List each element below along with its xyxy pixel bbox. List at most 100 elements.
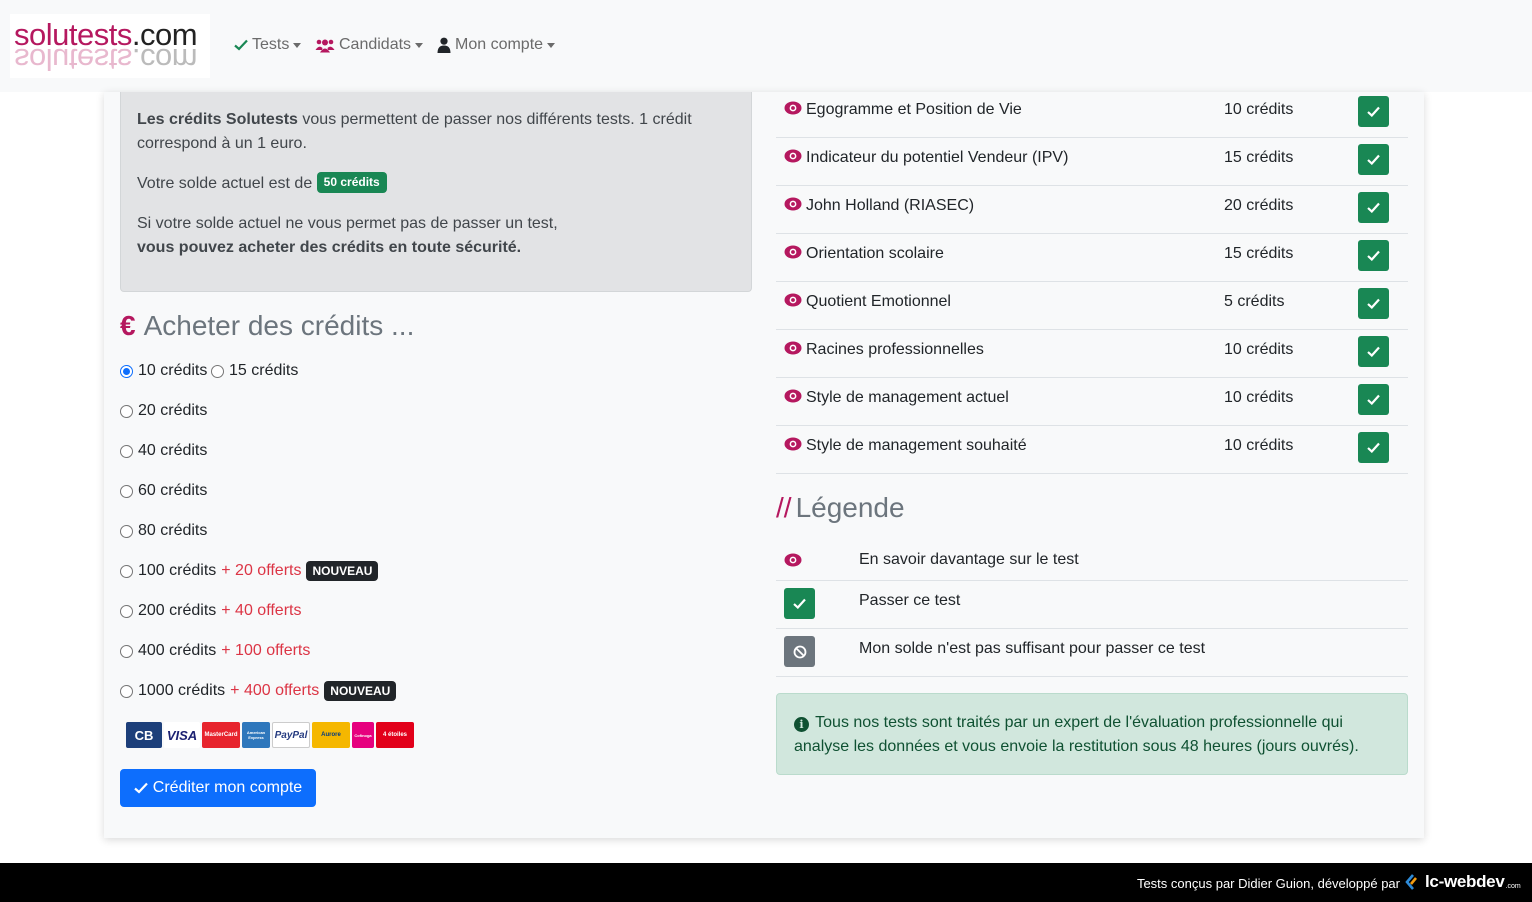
visa-logo: VISA xyxy=(164,722,200,748)
legend-row: En savoir davantage sur le test xyxy=(776,540,1408,581)
legend-row: Passer ce test xyxy=(776,581,1408,629)
test-name: Style de management actuel xyxy=(806,389,1009,406)
check-icon xyxy=(1367,154,1380,165)
take-test-button[interactable] xyxy=(1358,240,1389,271)
lc-webdev-link[interactable]: lc-webdev .com xyxy=(1404,872,1521,892)
legend-row: Mon solde n'est pas suffisant pour passe… xyxy=(776,629,1408,677)
radio-button[interactable] xyxy=(120,564,133,578)
test-cost: 10 crédits xyxy=(1224,341,1294,358)
eye-icon[interactable] xyxy=(784,293,802,312)
eye-icon xyxy=(784,553,802,572)
test-cost: 15 crédits xyxy=(1224,245,1294,262)
test-row: Indicateur du potentiel Vendeur (IPV) 15… xyxy=(776,138,1408,186)
mastercard-logo: MasterCard xyxy=(202,722,240,748)
test-name: Egogramme et Position de Vie xyxy=(806,101,1022,118)
eye-icon[interactable] xyxy=(784,437,802,456)
paypal-logo: PayPal xyxy=(272,722,310,748)
cofinoga-logo: Cofinoga xyxy=(352,722,374,748)
info-line-5: vous pouvez acheter des crédits en toute… xyxy=(137,239,522,256)
credit-option-60[interactable]: 60 crédits xyxy=(120,481,207,501)
payment-logos: CB VISA MasterCard American Express PayP… xyxy=(126,722,414,748)
alert-line-2: analyse les données et vous envoie la re… xyxy=(794,738,1359,755)
radio-button[interactable] xyxy=(120,604,133,618)
test-row: Style de management actuel 10 crédits xyxy=(776,378,1408,426)
navbar: solutests.com solutests.com Tests Candid… xyxy=(0,0,1532,92)
credit-option-10[interactable]: 10 crédits xyxy=(120,361,207,381)
test-name: John Holland (RIASEC) xyxy=(806,197,975,214)
test-cost: 10 crédits xyxy=(1224,101,1294,118)
credit-option-20[interactable]: 20 crédits xyxy=(120,401,207,421)
test-row: Racines professionnelles 10 crédits xyxy=(776,330,1408,378)
legend-text: En savoir davantage sur le test xyxy=(859,551,1079,568)
radio-button[interactable] xyxy=(211,364,224,378)
amex-logo: American Express xyxy=(242,722,270,748)
aurore-logo: Aurore xyxy=(312,722,350,748)
alert-line-1: i Tous nos tests sont traités par un exp… xyxy=(794,711,1391,735)
eye-icon[interactable] xyxy=(784,149,802,168)
new-badge: NOUVEAU xyxy=(324,681,397,701)
nav-account-label: Mon compte xyxy=(455,36,544,53)
take-test-button[interactable] xyxy=(1358,96,1389,127)
credit-account-button[interactable]: Créditer mon compte xyxy=(120,769,316,807)
ban-icon xyxy=(784,636,815,667)
balance-line: Votre solde actuel est de 50 crédits xyxy=(137,172,387,196)
nav-account-dropdown[interactable]: Mon compte xyxy=(437,36,556,54)
test-name: Indicateur du potentiel Vendeur (IPV) xyxy=(806,149,1069,166)
test-cost: 20 crédits xyxy=(1224,197,1294,214)
balance-badge: 50 crédits xyxy=(316,172,387,194)
new-badge: NOUVEAU xyxy=(306,561,379,581)
radio-button[interactable] xyxy=(120,684,133,698)
test-name: Orientation scolaire xyxy=(806,245,944,262)
check-icon xyxy=(1367,394,1380,405)
credit-option-40[interactable]: 40 crédits xyxy=(120,441,207,461)
nav-tests-label: Tests xyxy=(252,36,290,53)
test-row: Orientation scolaire 15 crédits xyxy=(776,234,1408,282)
eye-icon[interactable] xyxy=(784,245,802,264)
check-icon xyxy=(1367,250,1380,261)
take-test-button[interactable] xyxy=(1358,432,1389,463)
nav-candidats-label: Candidats xyxy=(339,36,412,53)
info-line-2: correspond à un 1 euro. xyxy=(137,135,307,152)
nav-tests-dropdown[interactable]: Tests xyxy=(234,36,302,54)
credit-option-1000[interactable]: 1000 crédits + 400 offerts NOUVEAU xyxy=(120,681,397,701)
eye-icon[interactable] xyxy=(784,197,802,216)
take-test-button[interactable] xyxy=(1358,336,1389,367)
credit-option-15[interactable]: 15 crédits xyxy=(211,361,298,381)
radio-button[interactable] xyxy=(120,404,133,418)
caret-down-icon xyxy=(293,42,302,48)
legend-title: //Légende xyxy=(776,492,905,523)
radio-button[interactable] xyxy=(120,364,133,378)
take-test-button[interactable] xyxy=(1358,144,1389,175)
test-row: John Holland (RIASEC) 20 crédits xyxy=(776,186,1408,234)
check-icon xyxy=(1367,298,1380,309)
euro-icon: € xyxy=(120,310,136,341)
eye-icon[interactable] xyxy=(784,389,802,408)
eye-icon[interactable] xyxy=(784,341,802,360)
test-name: Style de management souhaité xyxy=(806,437,1027,454)
radio-button[interactable] xyxy=(120,644,133,658)
credit-option-400[interactable]: 400 crédits + 100 offerts xyxy=(120,641,310,661)
radio-button[interactable] xyxy=(120,484,133,498)
take-test-button[interactable] xyxy=(1358,288,1389,319)
check-icon xyxy=(234,39,248,51)
take-test-button[interactable] xyxy=(1358,384,1389,415)
check-icon xyxy=(1367,346,1380,357)
credit-option-80[interactable]: 80 crédits xyxy=(120,521,207,541)
expert-info-alert: i Tous nos tests sont traités par un exp… xyxy=(776,693,1408,775)
nav-candidats-dropdown[interactable]: Candidats xyxy=(315,36,424,54)
test-row: Style de management souhaité 10 crédits xyxy=(776,426,1408,474)
radio-button[interactable] xyxy=(120,444,133,458)
info-line-4: Si votre solde actuel ne vous permet pas… xyxy=(137,215,558,232)
4-etoiles-logo: 4 étoiles xyxy=(376,722,414,748)
eye-icon[interactable] xyxy=(784,101,802,120)
check-icon xyxy=(1367,442,1380,453)
user-icon xyxy=(437,37,451,53)
legend-text: Mon solde n'est pas suffisant pour passe… xyxy=(859,640,1206,657)
users-icon xyxy=(315,38,335,53)
credit-option-200[interactable]: 200 crédits + 40 offerts xyxy=(120,601,301,621)
site-logo[interactable]: solutests.com solutests.com xyxy=(10,14,210,78)
radio-button[interactable] xyxy=(120,524,133,538)
credit-option-100[interactable]: 100 crédits + 20 offerts NOUVEAU xyxy=(120,561,379,581)
test-cost: 10 crédits xyxy=(1224,389,1294,406)
take-test-button[interactable] xyxy=(1358,192,1389,223)
